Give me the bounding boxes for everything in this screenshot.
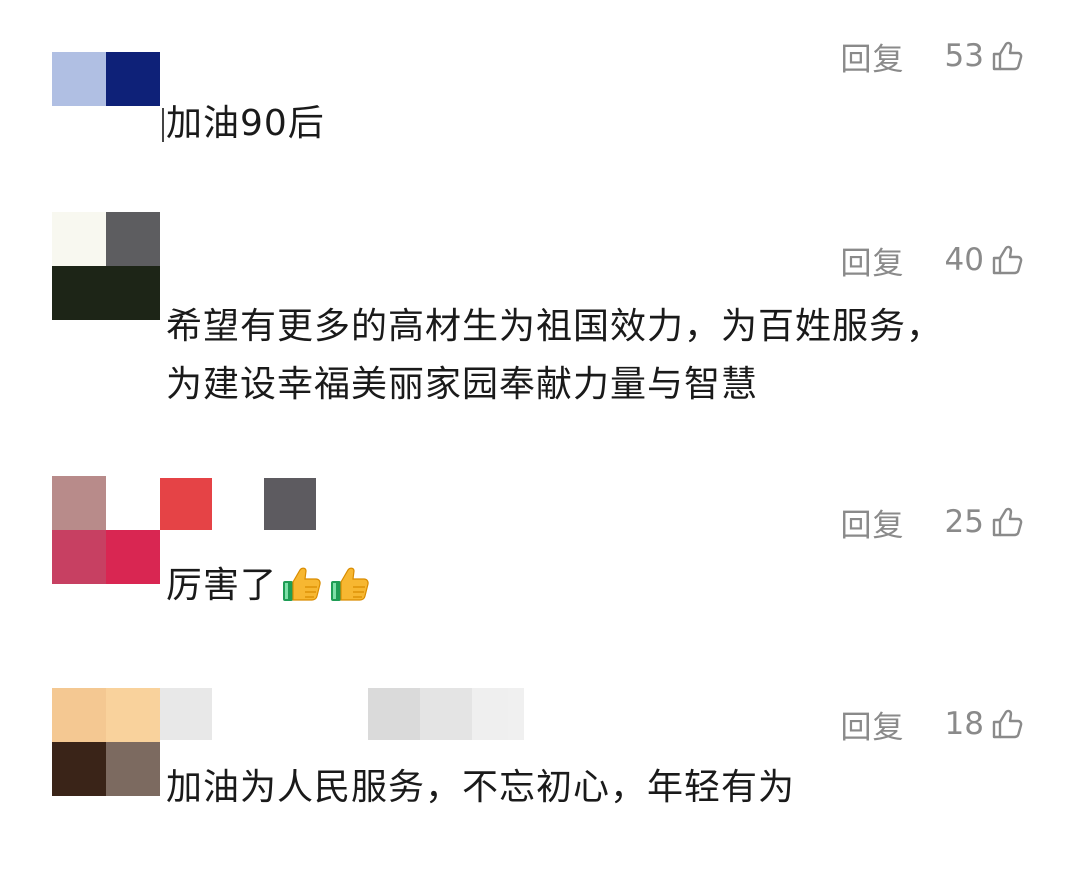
avatar-pixel: [52, 742, 106, 796]
text-cursor: [162, 108, 164, 142]
blur-pixel: [368, 688, 420, 740]
avatar-pixel: [52, 476, 106, 530]
avatar-pixel: [106, 742, 160, 796]
avatar[interactable]: [52, 476, 160, 584]
thumbs-up-emoji: [331, 567, 369, 601]
avatar-pixel: [52, 530, 106, 584]
avatar-pixel: [52, 106, 106, 160]
thumb-up-outline-icon[interactable]: [990, 505, 1024, 539]
reply-button[interactable]: 回复: [841, 702, 905, 747]
like-count: 25: [944, 504, 984, 540]
like-count: 53: [944, 38, 984, 74]
thumb-up-outline-icon[interactable]: [990, 39, 1024, 73]
thumb-up-outline-icon[interactable]: [990, 707, 1024, 741]
blurred-username[interactable]: [160, 478, 316, 530]
thumbs-up-emoji: [283, 567, 321, 601]
comment-text: 加油为人民服务，不忘初心，年轻有为: [166, 767, 796, 808]
blur-pixel: [160, 688, 212, 740]
comment-text: 加油90后: [166, 103, 325, 144]
blur-pixel: [472, 688, 524, 740]
blur-pixel: [264, 688, 316, 740]
avatar-pixel: [52, 688, 106, 742]
comment-text: 厉害了: [166, 565, 278, 606]
comment-actions: 回复 53: [841, 34, 1024, 79]
comment-actions: 回复 18: [841, 702, 1024, 747]
blur-pixel: [212, 478, 264, 530]
avatar-pixel: [106, 106, 160, 160]
avatar-pixel: [52, 266, 106, 320]
avatar[interactable]: [52, 52, 160, 160]
avatar-pixel: [52, 212, 106, 266]
blur-pixel: [160, 478, 212, 530]
avatar-pixel: [106, 476, 160, 530]
blur-pixel: [420, 688, 472, 740]
avatar-pixel: [106, 266, 160, 320]
comment-actions: 回复 25: [841, 500, 1024, 545]
blur-pixel: [316, 688, 368, 740]
blur-pixel: [212, 688, 264, 740]
blur-pixel: [264, 478, 316, 530]
avatar-pixel: [52, 52, 106, 106]
comment-text: 希望有更多的高材生为祖国效力，为百姓服务，为建设幸福美丽家园奉献力量与智慧: [166, 306, 944, 405]
avatar[interactable]: [52, 688, 160, 796]
avatar-pixel: [106, 212, 160, 266]
reply-button[interactable]: 回复: [841, 238, 905, 283]
reply-button[interactable]: 回复: [841, 500, 905, 545]
avatar-pixel: [106, 688, 160, 742]
like-count: 18: [944, 706, 984, 742]
thumb-up-outline-icon[interactable]: [990, 243, 1024, 277]
like-count: 40: [944, 242, 984, 278]
reply-button[interactable]: 回复: [841, 34, 905, 79]
avatar-pixel: [106, 52, 160, 106]
comment-body: 厉害了: [166, 560, 980, 612]
avatar[interactable]: [52, 212, 160, 320]
avatar-pixel: [106, 530, 160, 584]
blurred-username[interactable]: [160, 688, 524, 740]
comment-actions: 回复 40: [841, 238, 1024, 283]
